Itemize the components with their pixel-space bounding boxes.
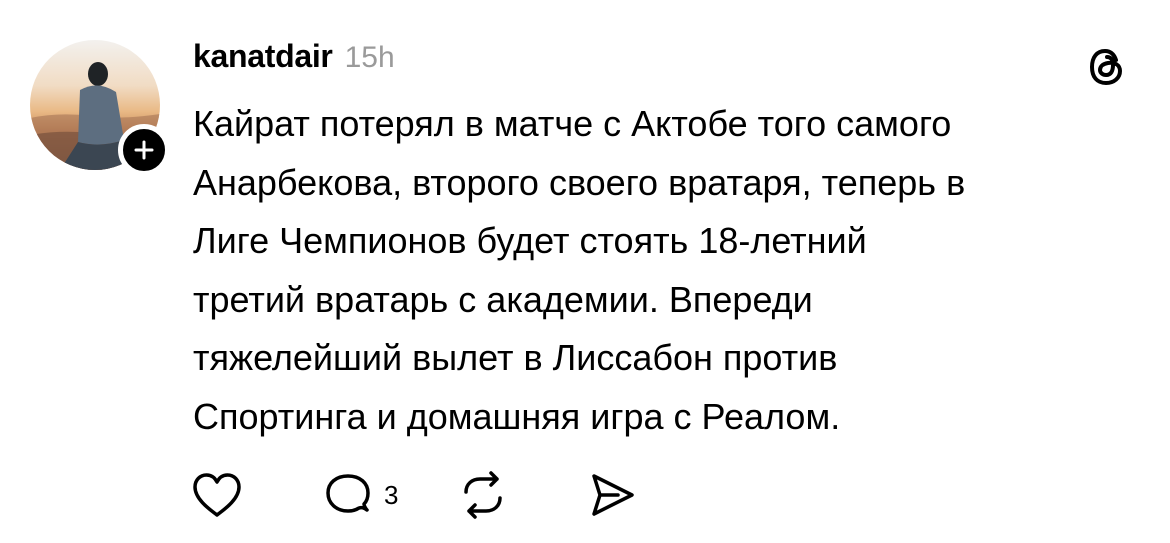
- repost-icon: [464, 471, 503, 519]
- reply-count: 3: [384, 479, 399, 510]
- threads-logo-icon[interactable]: [1083, 43, 1131, 91]
- plus-icon: [134, 140, 154, 160]
- send-icon: [592, 474, 635, 516]
- post-text: Кайрат потерял в матче с Актобе того сам…: [193, 103, 966, 437]
- action-bar: 3: [190, 465, 638, 525]
- comment-bubble-icon: [326, 474, 370, 513]
- share-button[interactable]: [584, 470, 638, 520]
- timestamp: 15h: [344, 41, 395, 74]
- reply-button[interactable]: 3: [322, 470, 398, 520]
- repost-button[interactable]: [456, 470, 510, 520]
- post-header: kanatdair 15h: [193, 38, 395, 78]
- like-button[interactable]: [190, 470, 244, 520]
- username[interactable]: kanatdair: [193, 38, 333, 75]
- thread-post: kanatdair 15h Кайрат потерял в матче с А…: [0, 0, 1170, 543]
- heart-icon: [193, 473, 241, 517]
- follow-button[interactable]: [118, 124, 170, 176]
